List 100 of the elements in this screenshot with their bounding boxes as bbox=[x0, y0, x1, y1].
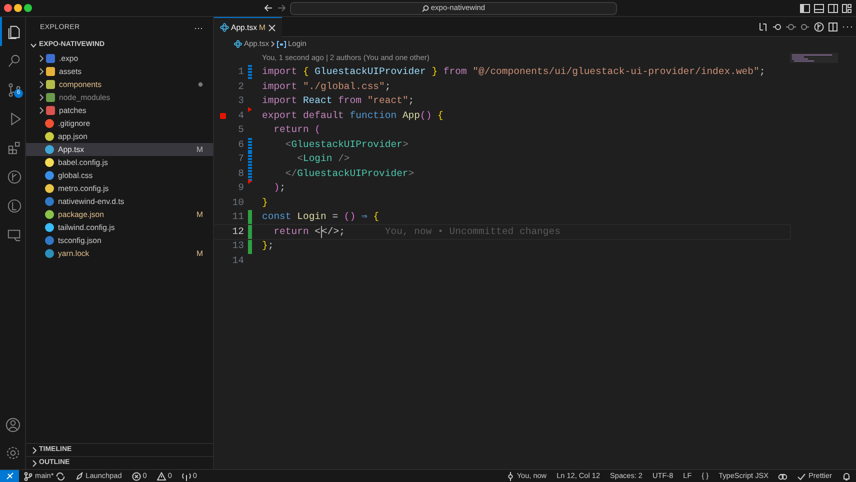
code-token: </>; bbox=[322, 224, 345, 238]
code-token: import bbox=[262, 65, 298, 79]
code-token: < bbox=[314, 224, 321, 238]
code-token: GluestackUIProvider bbox=[291, 138, 402, 152]
atom-icon bbox=[234, 40, 242, 48]
line-number: 12 bbox=[231, 224, 245, 238]
git-graph-icon[interactable] bbox=[6, 168, 22, 184]
git-history-icon[interactable] bbox=[6, 198, 22, 214]
deletion-marker-icon[interactable] bbox=[248, 179, 252, 184]
split-layout-icon[interactable] bbox=[828, 4, 838, 12]
line-number: 9 bbox=[237, 181, 245, 195]
symbol-icon bbox=[277, 40, 286, 48]
code-token: { bbox=[302, 65, 309, 79]
line-number: 11 bbox=[231, 210, 245, 224]
code-token: ; bbox=[268, 239, 274, 253]
code-token: () bbox=[342, 210, 356, 224]
atom-icon bbox=[220, 23, 229, 32]
inline-blame: You, now • Uncommitted changes bbox=[384, 224, 560, 238]
line-number: 14 bbox=[231, 254, 245, 268]
next-change-icon[interactable] bbox=[800, 22, 810, 32]
split-editor-icon[interactable] bbox=[828, 22, 838, 32]
back-arrow-icon[interactable] bbox=[264, 4, 273, 12]
code-token: } bbox=[432, 65, 438, 79]
sidebar-layout-icon[interactable] bbox=[800, 4, 810, 12]
code-token: React bbox=[302, 94, 332, 108]
code-token: import bbox=[262, 94, 298, 108]
code-token: ( bbox=[314, 123, 321, 137]
code-token: import bbox=[262, 80, 298, 94]
code-token: return bbox=[272, 123, 309, 137]
previous-change-icon[interactable] bbox=[772, 22, 782, 32]
check-icon bbox=[797, 472, 806, 480]
code-token: ; bbox=[759, 65, 766, 79]
code-token: /> bbox=[337, 152, 350, 166]
line-number: 3 bbox=[237, 94, 245, 108]
git-graph-icon[interactable] bbox=[814, 22, 824, 32]
code-token: () bbox=[420, 108, 432, 122]
search-icon[interactable] bbox=[6, 52, 22, 68]
close-icon[interactable] bbox=[268, 24, 276, 32]
git-change-marker[interactable] bbox=[248, 65, 252, 80]
code-token: > bbox=[402, 138, 408, 152]
code-token: ; bbox=[280, 181, 286, 195]
rocket-icon bbox=[74, 472, 84, 480]
panel-layout-icon[interactable] bbox=[814, 4, 824, 12]
code-token: App bbox=[401, 108, 420, 122]
bell-icon bbox=[842, 472, 851, 480]
commit-icon bbox=[506, 472, 515, 480]
code-token: > bbox=[408, 166, 414, 180]
code-token: Login bbox=[302, 152, 332, 166]
git-change-marker[interactable] bbox=[248, 138, 252, 152]
line-number: 5 bbox=[237, 123, 245, 137]
minimap-drawing bbox=[790, 53, 838, 63]
remote-icon bbox=[6, 472, 14, 480]
breakpoint-icon[interactable] bbox=[220, 112, 226, 118]
code-token: } bbox=[262, 239, 268, 253]
source-control-icon[interactable] bbox=[6, 82, 22, 98]
line-number: 10 bbox=[231, 196, 245, 210]
git-change-marker[interactable] bbox=[248, 210, 252, 224]
code-token: ⇒ bbox=[360, 210, 368, 224]
code-token: Login bbox=[296, 210, 326, 224]
copilot-icon bbox=[778, 472, 788, 480]
text-cursor bbox=[320, 226, 322, 238]
search-icon bbox=[422, 4, 429, 12]
remote-button[interactable] bbox=[0, 470, 19, 482]
files-icon[interactable] bbox=[6, 24, 22, 40]
code-token: { bbox=[372, 210, 380, 224]
code-token: </ bbox=[284, 166, 298, 180]
deletion-marker-icon[interactable] bbox=[248, 106, 252, 112]
line-number: 1 bbox=[237, 65, 245, 79]
forward-arrow-icon[interactable] bbox=[277, 4, 286, 12]
code-token: "@/components/ui/gluestack-ui-provider/index.web" bbox=[472, 65, 760, 79]
git-change-marker[interactable] bbox=[248, 224, 252, 239]
commit-icon[interactable] bbox=[786, 22, 796, 32]
code-token: from bbox=[337, 94, 362, 108]
customize-layout-icon[interactable] bbox=[842, 4, 852, 12]
code-token: < bbox=[284, 138, 292, 152]
line-number: 6 bbox=[237, 138, 245, 152]
git-change-marker[interactable] bbox=[248, 166, 252, 181]
code-token: export default bbox=[262, 108, 344, 122]
code-token: = bbox=[331, 210, 338, 224]
code-token: ; bbox=[408, 94, 414, 108]
code-token: "react" bbox=[366, 94, 408, 108]
line-number: 4 bbox=[214, 108, 248, 123]
line-number: 2 bbox=[237, 80, 245, 94]
code-token: GluestackUIProvider bbox=[297, 166, 408, 180]
code-token: < bbox=[296, 152, 303, 166]
branch-icon bbox=[24, 472, 33, 480]
code-token: return bbox=[272, 224, 309, 238]
git-change-marker[interactable] bbox=[248, 239, 252, 254]
git-change-marker[interactable] bbox=[248, 152, 252, 166]
code-token: { bbox=[436, 108, 444, 122]
chevron-down-icon[interactable] bbox=[30, 43, 37, 48]
code-token: from bbox=[442, 65, 468, 79]
code-token: GluestackUIProvider bbox=[314, 65, 427, 79]
extensions-icon[interactable] bbox=[6, 140, 22, 156]
code-token: ; bbox=[384, 80, 391, 94]
line-number: 7 bbox=[237, 152, 245, 166]
warning-icon bbox=[156, 472, 166, 480]
compare-changes-icon[interactable] bbox=[758, 22, 768, 32]
sync-icon bbox=[56, 472, 65, 480]
error-icon bbox=[132, 472, 141, 480]
